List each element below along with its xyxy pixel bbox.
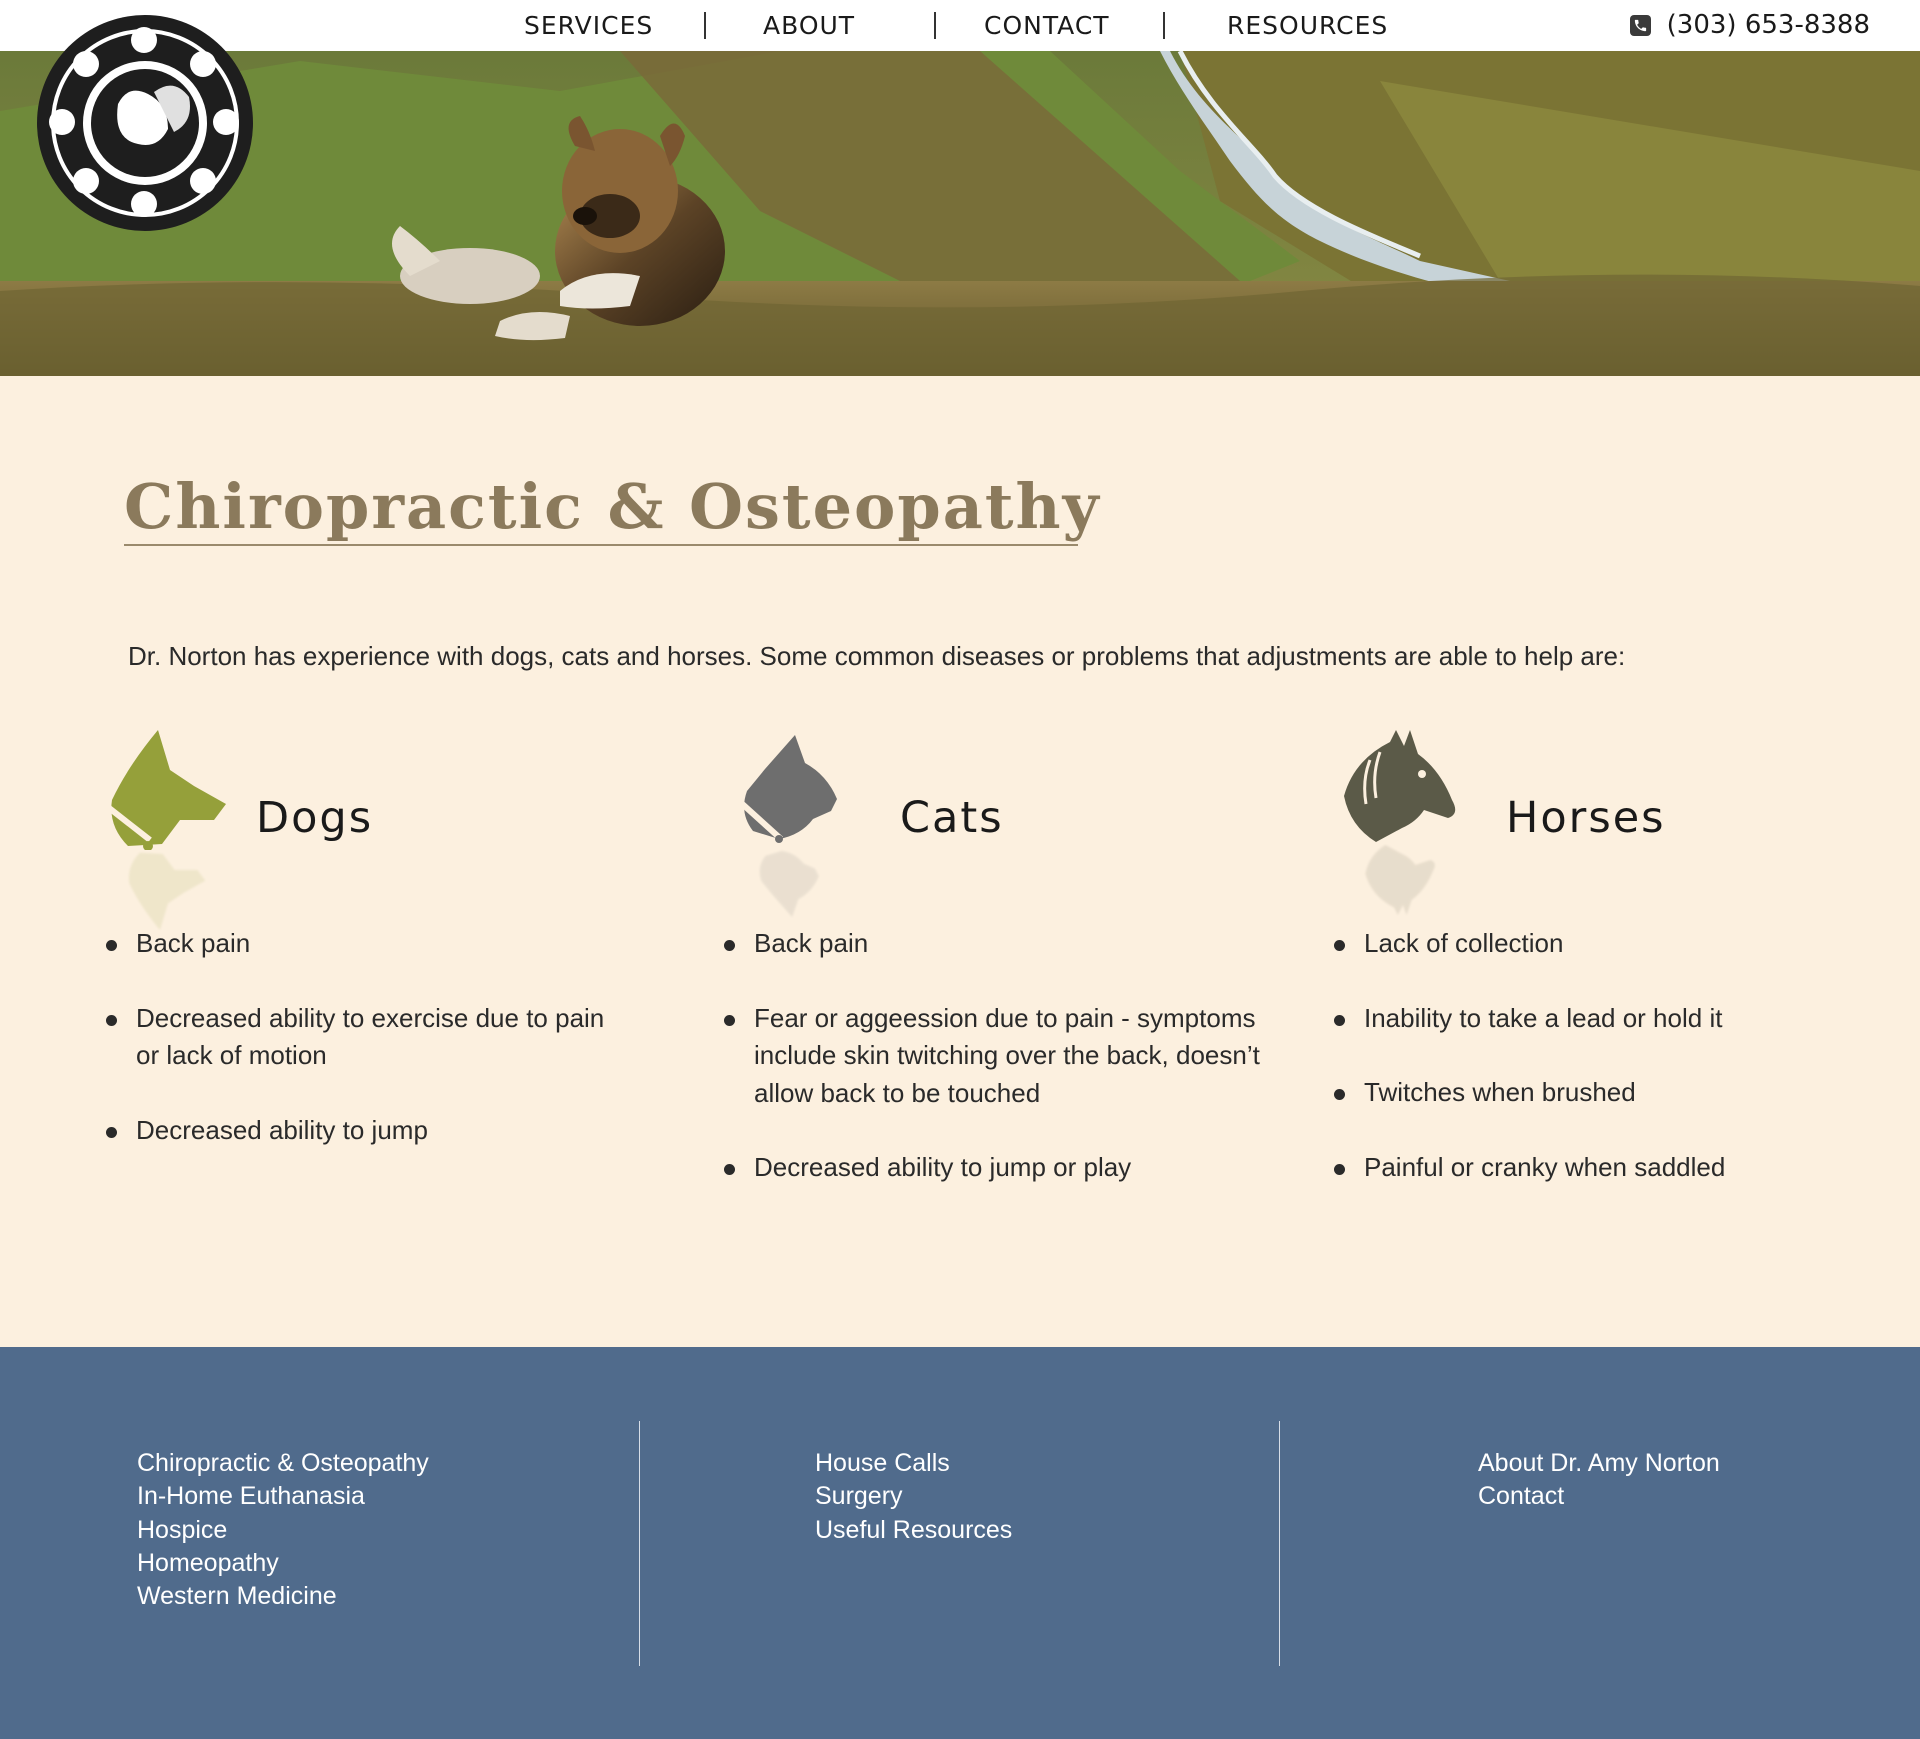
footer-link-euthanasia[interactable]: In-Home Euthanasia <box>137 1480 429 1513</box>
top-navigation-bar: SERVICES ABOUT CONTACT RESOURCES (303) 6… <box>0 0 1920 51</box>
nav-separator <box>934 12 936 39</box>
list-item: Back pain <box>724 925 1264 963</box>
footer-link-useful-resources[interactable]: Useful Resources <box>815 1514 1012 1547</box>
page-title: Chiropractic & Osteopathy <box>124 470 1101 543</box>
footer-link-hospice[interactable]: Hospice <box>137 1514 429 1547</box>
nav-separator <box>704 12 706 39</box>
list-item: Decreased ability to jump <box>106 1112 626 1150</box>
list-item: Painful or cranky when saddled <box>1334 1149 1874 1187</box>
horses-symptom-list: Lack of collection Inability to take a l… <box>1334 925 1874 1223</box>
footer-services-links: Chiropractic & Osteopathy In-Home Euthan… <box>137 1447 429 1613</box>
footer-link-house-calls[interactable]: House Calls <box>815 1447 1012 1480</box>
list-item: Decreased ability to jump or play <box>724 1149 1264 1187</box>
nav-resources[interactable]: RESOURCES <box>1227 11 1388 40</box>
footer-link-surgery[interactable]: Surgery <box>815 1480 1012 1513</box>
dogs-title: Dogs <box>256 793 374 843</box>
list-item: Decreased ability to exercise due to pai… <box>106 1000 626 1075</box>
title-underline <box>124 544 1078 546</box>
dog-head-icon <box>102 730 226 850</box>
animal-circle-logo[interactable] <box>36 14 254 232</box>
horse-head-reflection <box>1365 845 1435 915</box>
nav-services[interactable]: SERVICES <box>524 11 653 40</box>
footer-link-western-medicine[interactable]: Western Medicine <box>137 1580 429 1613</box>
cats-symptom-list: Back pain Fear or aggeession due to pain… <box>724 925 1264 1224</box>
list-item: Inability to take a lead or hold it <box>1334 1000 1874 1038</box>
nav-separator <box>1163 12 1165 39</box>
footer-link-contact[interactable]: Contact <box>1478 1480 1720 1513</box>
phone-icon <box>1629 14 1651 36</box>
cat-head-reflection <box>759 850 819 917</box>
footer-link-homeopathy[interactable]: Homeopathy <box>137 1547 429 1580</box>
list-item: Fear or aggeession due to pain - symptom… <box>724 1000 1264 1113</box>
list-item: Twitches when brushed <box>1334 1074 1874 1112</box>
cats-title: Cats <box>900 793 1004 843</box>
nav-contact[interactable]: CONTACT <box>984 11 1110 40</box>
dogs-symptom-list: Back pain Decreased ability to exercise … <box>106 925 626 1186</box>
footer-about-links: About Dr. Amy Norton Contact <box>1478 1447 1720 1514</box>
list-item: Back pain <box>106 925 626 963</box>
dog-head-reflection <box>128 852 206 930</box>
list-item: Lack of collection <box>1334 925 1874 963</box>
hero-banner-image <box>0 51 1920 376</box>
nav-about[interactable]: ABOUT <box>763 11 855 40</box>
footer-link-about[interactable]: About Dr. Amy Norton <box>1478 1447 1720 1480</box>
intro-text: Dr. Norton has experience with dogs, cat… <box>128 641 1626 671</box>
footer-divider <box>1279 1421 1280 1666</box>
site-footer: Chiropractic & Osteopathy In-Home Euthan… <box>0 1347 1920 1739</box>
cat-head-icon <box>736 735 837 843</box>
horse-head-icon <box>1344 730 1456 842</box>
footer-more-links: House Calls Surgery Useful Resources <box>815 1447 1012 1547</box>
footer-link-chiropractic[interactable]: Chiropractic & Osteopathy <box>137 1447 429 1480</box>
footer-divider <box>639 1421 640 1666</box>
phone-number[interactable]: (303) 653-8388 <box>1629 10 1870 40</box>
horses-title: Horses <box>1506 793 1666 843</box>
phone-number-text: (303) 653-8388 <box>1666 10 1870 40</box>
